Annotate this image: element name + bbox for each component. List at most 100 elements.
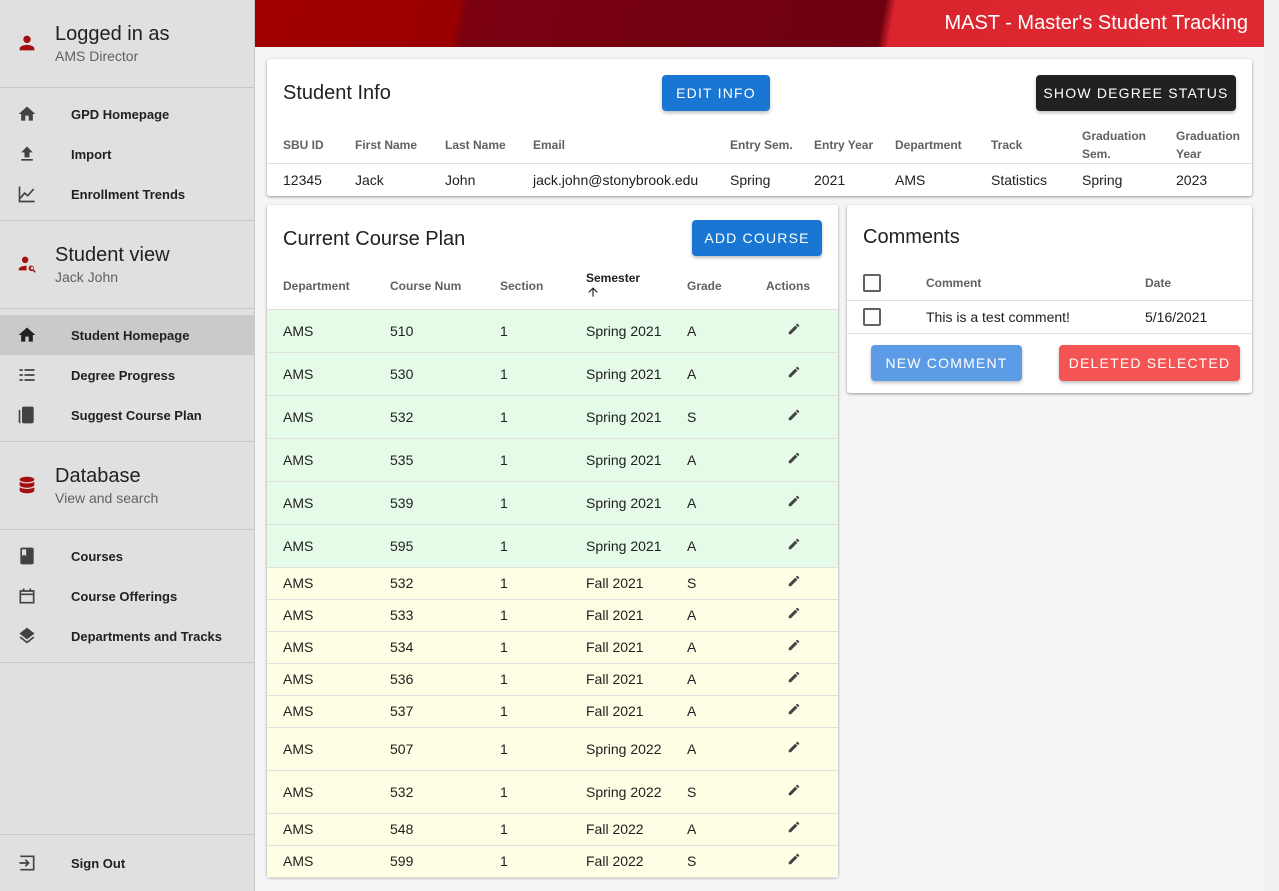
- sidebar: Logged in as AMS Director GPD Homepage I…: [0, 0, 255, 891]
- course-section: 1: [484, 395, 570, 439]
- student-info-header: Graduation Year: [1176, 129, 1241, 161]
- course-column-header: Section: [484, 264, 570, 310]
- student-info-value: 2023: [1160, 163, 1252, 196]
- upload-icon: [17, 144, 37, 164]
- page-scrollbar[interactable]: [1264, 0, 1279, 891]
- course-semester: Spring 2021: [570, 524, 671, 568]
- calendar-icon: [17, 586, 37, 606]
- course-dept: AMS: [267, 599, 374, 632]
- course-num: 595: [374, 524, 484, 568]
- sort-ascending-icon[interactable]: [586, 285, 671, 302]
- course-grade: A: [671, 599, 750, 632]
- course-plan-card: Current Course Plan Add Course Departmen…: [267, 205, 838, 878]
- edit-pencil-icon[interactable]: [787, 536, 801, 550]
- course-grade: A: [671, 438, 750, 482]
- nav-gpd-homepage[interactable]: GPD Homepage: [0, 94, 254, 134]
- home-icon: [17, 104, 37, 124]
- course-semester: Fall 2021: [570, 567, 671, 600]
- course-actions: [750, 770, 838, 814]
- select-all-checkbox[interactable]: [863, 273, 881, 292]
- course-section: 1: [484, 631, 570, 664]
- course-section: 1: [484, 813, 570, 846]
- student-info-header: Last Name: [445, 138, 506, 152]
- nav-label: Import: [71, 146, 112, 162]
- edit-pencil-icon[interactable]: [787, 851, 801, 865]
- course-column-header[interactable]: Semester: [570, 264, 671, 310]
- course-section: 1: [484, 352, 570, 396]
- nav-suggest-course-plan[interactable]: Suggest Course Plan: [0, 395, 254, 435]
- nav-student-homepage[interactable]: Student Homepage: [0, 315, 254, 355]
- edit-info-button[interactable]: Edit Info: [662, 75, 770, 111]
- edit-pencil-icon[interactable]: [787, 782, 801, 796]
- database-subtitle: View and search: [55, 490, 159, 506]
- course-num: 532: [374, 395, 484, 439]
- edit-pencil-icon[interactable]: [787, 493, 801, 507]
- course-section: 1: [484, 845, 570, 878]
- student-info-header: Graduation Sem.: [1082, 129, 1147, 161]
- edit-pencil-icon[interactable]: [787, 739, 801, 753]
- nav-label: Enrollment Trends: [71, 186, 186, 202]
- course-semester: Spring 2021: [570, 309, 671, 353]
- nav-course-offerings[interactable]: Course Offerings: [0, 576, 254, 616]
- comment-text: This is a test comment!: [910, 300, 1129, 334]
- course-row: AMS 530 1 Spring 2021 A: [267, 352, 838, 396]
- course-actions: [750, 695, 838, 728]
- edit-pencil-icon[interactable]: [787, 637, 801, 651]
- edit-pencil-icon[interactable]: [787, 407, 801, 421]
- edit-pencil-icon[interactable]: [787, 701, 801, 715]
- person-search-icon: [16, 253, 38, 280]
- app-title: MAST - Master's Student Tracking: [944, 12, 1248, 34]
- person-icon: [16, 32, 38, 59]
- student-view-title: Student view: [55, 244, 170, 266]
- layers-icon: [17, 626, 37, 646]
- gpd-nav: GPD Homepage Import Enrollment Trends: [0, 88, 254, 221]
- course-actions: [750, 481, 838, 525]
- course-plan-table: Department Course Num Section Semester Grade…: [267, 264, 838, 878]
- course-section: 1: [484, 599, 570, 632]
- comment-column-header: Comment: [910, 266, 1129, 301]
- comments-card: Comments Comment Date This is a test com…: [847, 205, 1252, 393]
- delete-selected-button[interactable]: Deleted Selected: [1059, 345, 1240, 381]
- course-grade: A: [671, 524, 750, 568]
- sign-out-button[interactable]: Sign Out: [0, 834, 254, 891]
- comment-checkbox[interactable]: [863, 307, 881, 326]
- course-row: AMS 599 1 Fall 2022 S: [267, 845, 838, 878]
- course-section: 1: [484, 309, 570, 353]
- course-num: 533: [374, 599, 484, 632]
- course-dept: AMS: [267, 727, 374, 771]
- course-column-header: Course Num: [374, 264, 484, 310]
- nav-courses[interactable]: Courses: [0, 536, 254, 576]
- course-section: 1: [484, 524, 570, 568]
- course-row: AMS 532 1 Spring 2022 S: [267, 770, 838, 814]
- add-course-button[interactable]: Add Course: [692, 220, 822, 256]
- course-num: 534: [374, 631, 484, 664]
- student-info-row: 12345 Jack John jack.john@stonybrook.edu Spr…: [267, 163, 1252, 196]
- edit-pencil-icon[interactable]: [787, 669, 801, 683]
- course-section: 1: [484, 770, 570, 814]
- course-plan-title: Current Course Plan: [283, 228, 466, 250]
- course-row: AMS 539 1 Spring 2021 A: [267, 481, 838, 525]
- nav-enrollment-trends[interactable]: Enrollment Trends: [0, 174, 254, 214]
- course-actions: [750, 567, 838, 600]
- nav-departments-tracks[interactable]: Departments and Tracks: [0, 616, 254, 656]
- edit-pencil-icon[interactable]: [787, 819, 801, 833]
- edit-pencil-icon[interactable]: [787, 573, 801, 587]
- new-comment-button[interactable]: New Comment: [871, 345, 1022, 381]
- nav-label: Courses: [71, 548, 124, 564]
- course-section: 1: [484, 727, 570, 771]
- edit-pencil-icon[interactable]: [787, 450, 801, 464]
- edit-pencil-icon[interactable]: [787, 605, 801, 619]
- course-column-header: Grade: [671, 264, 750, 310]
- edit-pencil-icon[interactable]: [787, 321, 801, 335]
- nav-degree-progress[interactable]: Degree Progress: [0, 355, 254, 395]
- select-all-cell: [847, 266, 910, 301]
- course-grade: S: [671, 845, 750, 878]
- nav-import[interactable]: Import: [0, 134, 254, 174]
- course-dept: AMS: [267, 695, 374, 728]
- semester-header-label: Semester: [586, 270, 641, 285]
- student-info-header: Track: [991, 138, 1023, 152]
- show-degree-status-button[interactable]: Show Degree Status: [1036, 75, 1236, 111]
- edit-pencil-icon[interactable]: [787, 364, 801, 378]
- course-num: 535: [374, 438, 484, 482]
- course-dept: AMS: [267, 813, 374, 846]
